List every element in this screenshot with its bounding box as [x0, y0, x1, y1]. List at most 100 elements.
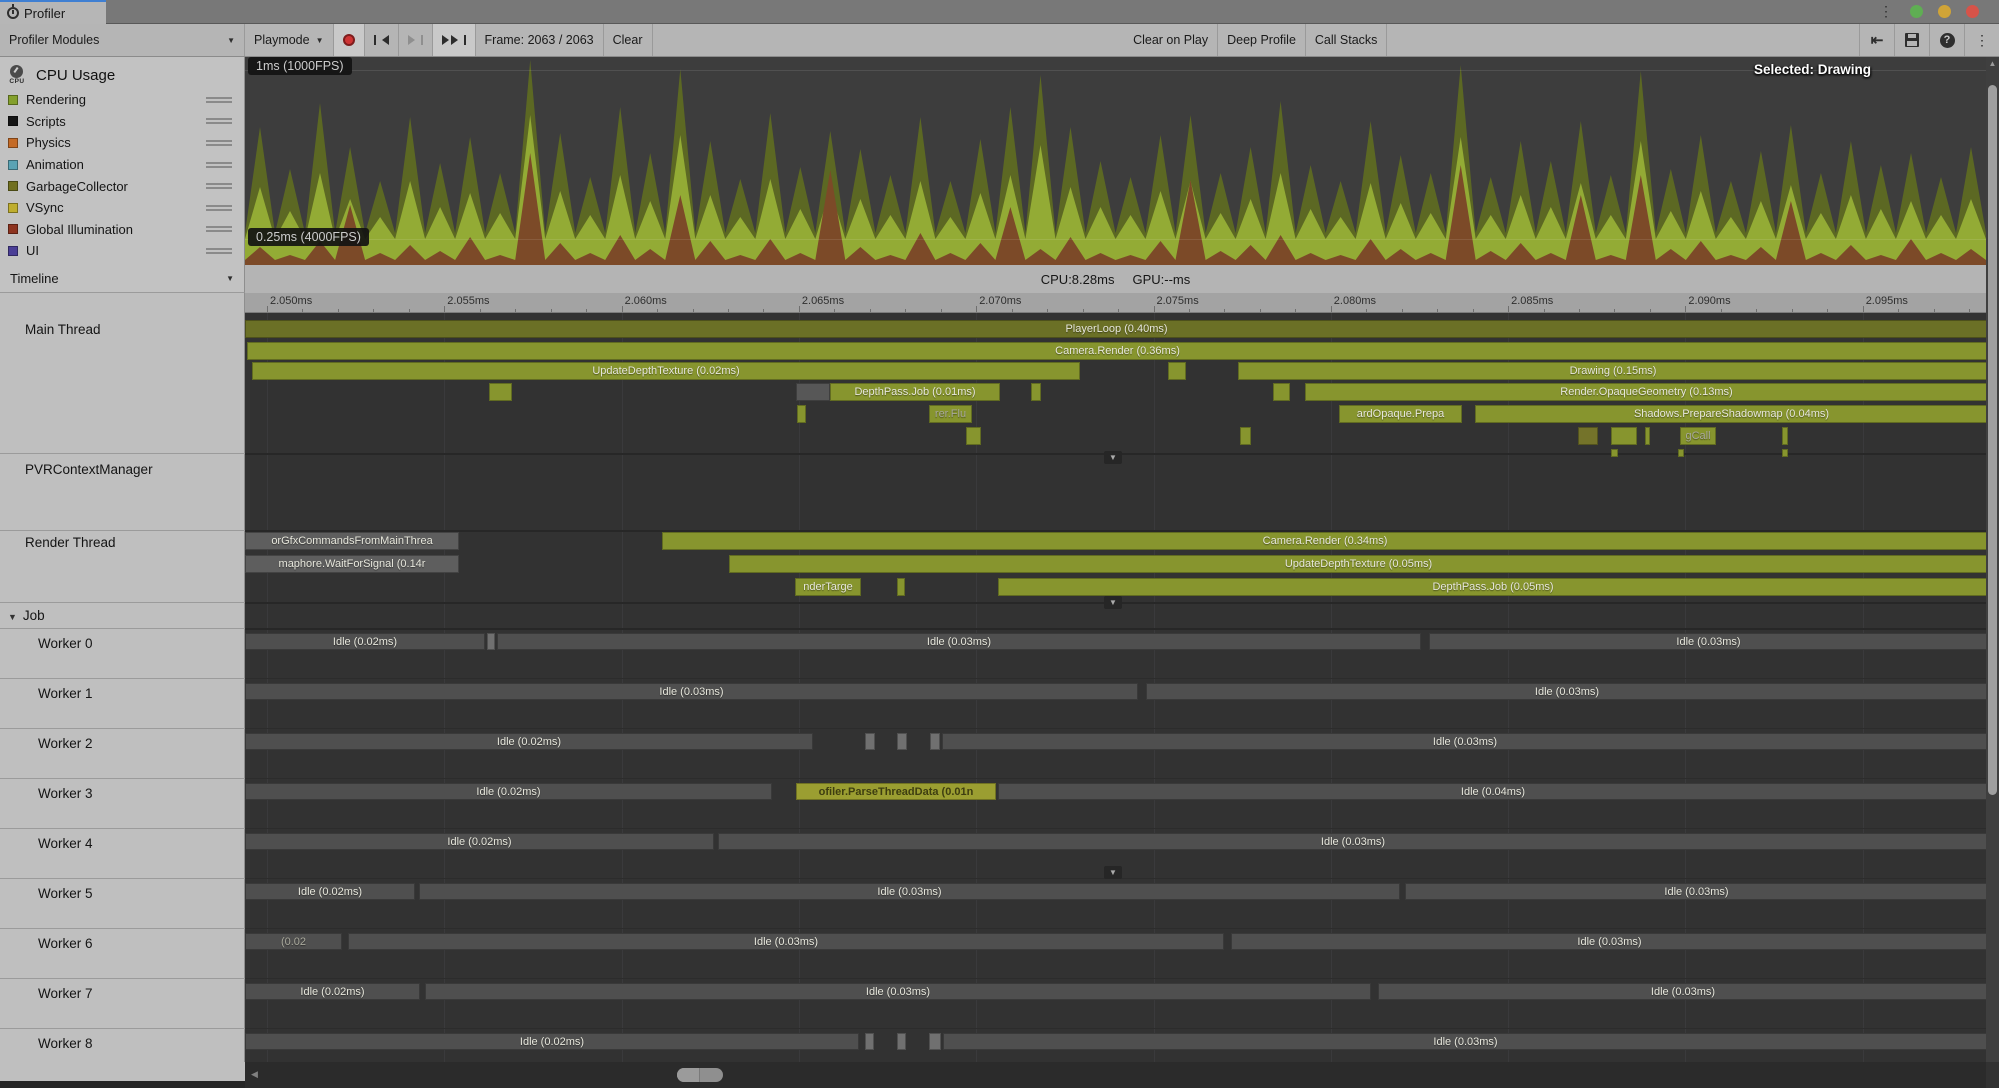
span-divider[interactable]: [929, 1033, 941, 1050]
idle-span[interactable]: Idle (0.03ms): [1231, 933, 1986, 950]
timeline-sample-span[interactable]: [1168, 362, 1186, 380]
time-ruler[interactable]: 2.050ms2.055ms2.060ms2.065ms2.070ms2.075…: [245, 293, 1986, 313]
scroll-up-icon[interactable]: ▲: [1986, 59, 1999, 68]
thread-label-render-thread[interactable]: Render Thread: [25, 535, 116, 550]
timeline-sample-span[interactable]: Shadows.PrepareShadowmap (0.04ms): [1475, 405, 1986, 423]
timeline-sample-span[interactable]: ardOpaque.Prepa: [1339, 405, 1462, 423]
timeline-sample-span[interactable]: Camera.Render (0.36ms): [247, 342, 1986, 360]
toolbar-kebab-button[interactable]: ⋮: [1964, 24, 1999, 56]
idle-span[interactable]: Idle (0.03ms): [1146, 683, 1986, 700]
timeline-view-dropdown[interactable]: Timeline ▼: [0, 265, 245, 293]
timeline-sample-span[interactable]: DepthPass.Job (0.05ms): [998, 578, 1986, 596]
timeline-sample-span[interactable]: PlayerLoop (0.40ms): [245, 320, 1986, 338]
playmode-dropdown[interactable]: Playmode ▼: [245, 24, 334, 56]
timeline-sample-span[interactable]: gCall: [1680, 427, 1716, 445]
timeline-sample-span[interactable]: [1273, 383, 1290, 401]
idle-span[interactable]: Idle (0.03ms): [348, 933, 1224, 950]
timeline-sample-span[interactable]: [1031, 383, 1041, 401]
timeline-sample-span[interactable]: DepthPass.Job (0.01ms): [830, 383, 1000, 401]
span-divider[interactable]: [865, 1033, 874, 1050]
timeline-sample-span[interactable]: Camera.Render (0.34ms): [662, 532, 1986, 550]
legend-drag-handle[interactable]: [206, 160, 232, 170]
idle-span[interactable]: Idle (0.02ms): [245, 733, 813, 750]
timeline-sample-span[interactable]: maphore.WaitForSignal (0.14r: [245, 555, 459, 573]
timeline-sample-span[interactable]: UpdateDepthTexture (0.05ms): [729, 555, 1986, 573]
profiler-modules-dropdown[interactable]: Profiler Modules ▼: [0, 24, 245, 56]
foldout-arrow-icon[interactable]: ▼: [8, 612, 17, 622]
thread-label-worker-5[interactable]: Worker 5: [38, 886, 93, 901]
thread-label-worker-7[interactable]: Worker 7: [38, 986, 93, 1001]
idle-span[interactable]: Idle (0.02ms): [245, 783, 772, 800]
idle-span[interactable]: Idle (0.02ms): [245, 883, 415, 900]
legend-item-garbagecollector[interactable]: GarbageCollector: [0, 175, 244, 197]
deep-profile-toggle[interactable]: Deep Profile: [1218, 24, 1306, 56]
span-divider[interactable]: [487, 633, 495, 650]
timeline-sample-span[interactable]: [1782, 427, 1788, 445]
thread-label-worker-3[interactable]: Worker 3: [38, 786, 93, 801]
timeline-pane[interactable]: PlayerLoop (0.40ms) Camera.Render (0.36ms…: [245, 313, 1986, 1062]
timeline-sample-span[interactable]: [1240, 427, 1251, 445]
thread-label-worker-2[interactable]: Worker 2: [38, 736, 93, 751]
titlebar-kebab-icon[interactable]: ⋮: [1879, 5, 1893, 18]
timeline-sample-span[interactable]: [1782, 449, 1788, 457]
span-divider[interactable]: [930, 733, 940, 750]
first-frame-button[interactable]: [365, 24, 399, 56]
next-frame-button[interactable]: [399, 24, 433, 56]
idle-span[interactable]: Idle (0.03ms): [425, 983, 1371, 1000]
span-divider[interactable]: [897, 1033, 906, 1050]
legend-drag-handle[interactable]: [206, 224, 232, 234]
cpu-usage-chart-plot[interactable]: [245, 57, 1986, 265]
idle-span[interactable]: Idle (0.02ms): [245, 1033, 859, 1050]
legend-item-scripts[interactable]: Scripts: [0, 111, 244, 133]
collapsed-samples-marker[interactable]: ▼: [1104, 866, 1122, 879]
timeline-sample-span[interactable]: [1645, 427, 1650, 445]
call-stacks-toggle[interactable]: Call Stacks: [1306, 24, 1388, 56]
legend-item-ui[interactable]: UI: [0, 240, 244, 262]
cpu-usage-chart[interactable]: 1ms (1000FPS) 0.25ms (4000FPS) Selected:…: [245, 57, 1986, 265]
idle-span[interactable]: Idle (0.03ms): [419, 883, 1400, 900]
legend-drag-handle[interactable]: [206, 116, 232, 126]
timeline-sample-span[interactable]: Render.OpaqueGeometry (0.13ms): [1305, 383, 1986, 401]
timeline-sample-span[interactable]: orGfxCommandsFromMainThrea: [245, 532, 459, 550]
scroll-left-icon[interactable]: ◀: [251, 1069, 258, 1080]
timeline-sample-span[interactable]: [797, 405, 806, 423]
vertical-scrollbar-thumb[interactable]: [1988, 85, 1997, 795]
legend-item-animation[interactable]: Animation: [0, 154, 244, 176]
legend-item-vsync[interactable]: VSync: [0, 197, 244, 219]
span-divider[interactable]: [897, 733, 907, 750]
idle-span[interactable]: Idle (0.03ms): [1429, 633, 1986, 650]
clear-on-play-toggle[interactable]: Clear on Play: [1124, 24, 1218, 56]
timeline-sample-span[interactable]: [1678, 449, 1684, 457]
legend-drag-handle[interactable]: [206, 203, 232, 213]
timeline-sample-span[interactable]: [897, 578, 905, 596]
legend-drag-handle[interactable]: [206, 246, 232, 256]
horizontal-scrollbar[interactable]: ◀: [245, 1062, 1986, 1088]
thread-label-worker-8[interactable]: Worker 8: [38, 1036, 93, 1051]
idle-span[interactable]: Idle (0.03ms): [718, 833, 1986, 850]
idle-span[interactable]: (0.02: [245, 933, 342, 950]
load-profile-button[interactable]: ⇤: [1859, 24, 1894, 56]
idle-span[interactable]: Idle (0.02ms): [245, 833, 714, 850]
idle-span[interactable]: Idle (0.03ms): [497, 633, 1421, 650]
thread-label-worker-1[interactable]: Worker 1: [38, 686, 93, 701]
idle-span[interactable]: Idle (0.04ms): [998, 783, 1986, 800]
idle-span[interactable]: Idle (0.03ms): [943, 1033, 1986, 1050]
collapsed-samples-marker[interactable]: ▼: [1104, 596, 1122, 609]
timeline-sample-span[interactable]: ofiler.ParseThreadData (0.01n: [796, 783, 996, 800]
timeline-sample-span[interactable]: [966, 427, 981, 445]
cpu-usage-module-header[interactable]: CPU CPU Usage: [0, 57, 244, 89]
thread-label-worker-6[interactable]: Worker 6: [38, 936, 93, 951]
collapsed-samples-marker[interactable]: ▼: [1104, 451, 1122, 464]
idle-span[interactable]: Idle (0.03ms): [245, 683, 1138, 700]
timeline-sample-span[interactable]: UpdateDepthTexture (0.02ms): [252, 362, 1080, 380]
timeline-sample-span[interactable]: rer.Flu: [929, 405, 972, 423]
timeline-sample-span[interactable]: [489, 383, 512, 401]
timeline-sample-span[interactable]: [1611, 427, 1637, 445]
window-close-button[interactable]: [1966, 5, 1979, 18]
legend-item-rendering[interactable]: Rendering: [0, 89, 244, 111]
legend-item-physics[interactable]: Physics: [0, 132, 244, 154]
last-frame-button[interactable]: [433, 24, 476, 56]
legend-drag-handle[interactable]: [206, 138, 232, 148]
clear-button[interactable]: Clear: [604, 24, 653, 56]
idle-span[interactable]: Idle (0.02ms): [245, 983, 420, 1000]
